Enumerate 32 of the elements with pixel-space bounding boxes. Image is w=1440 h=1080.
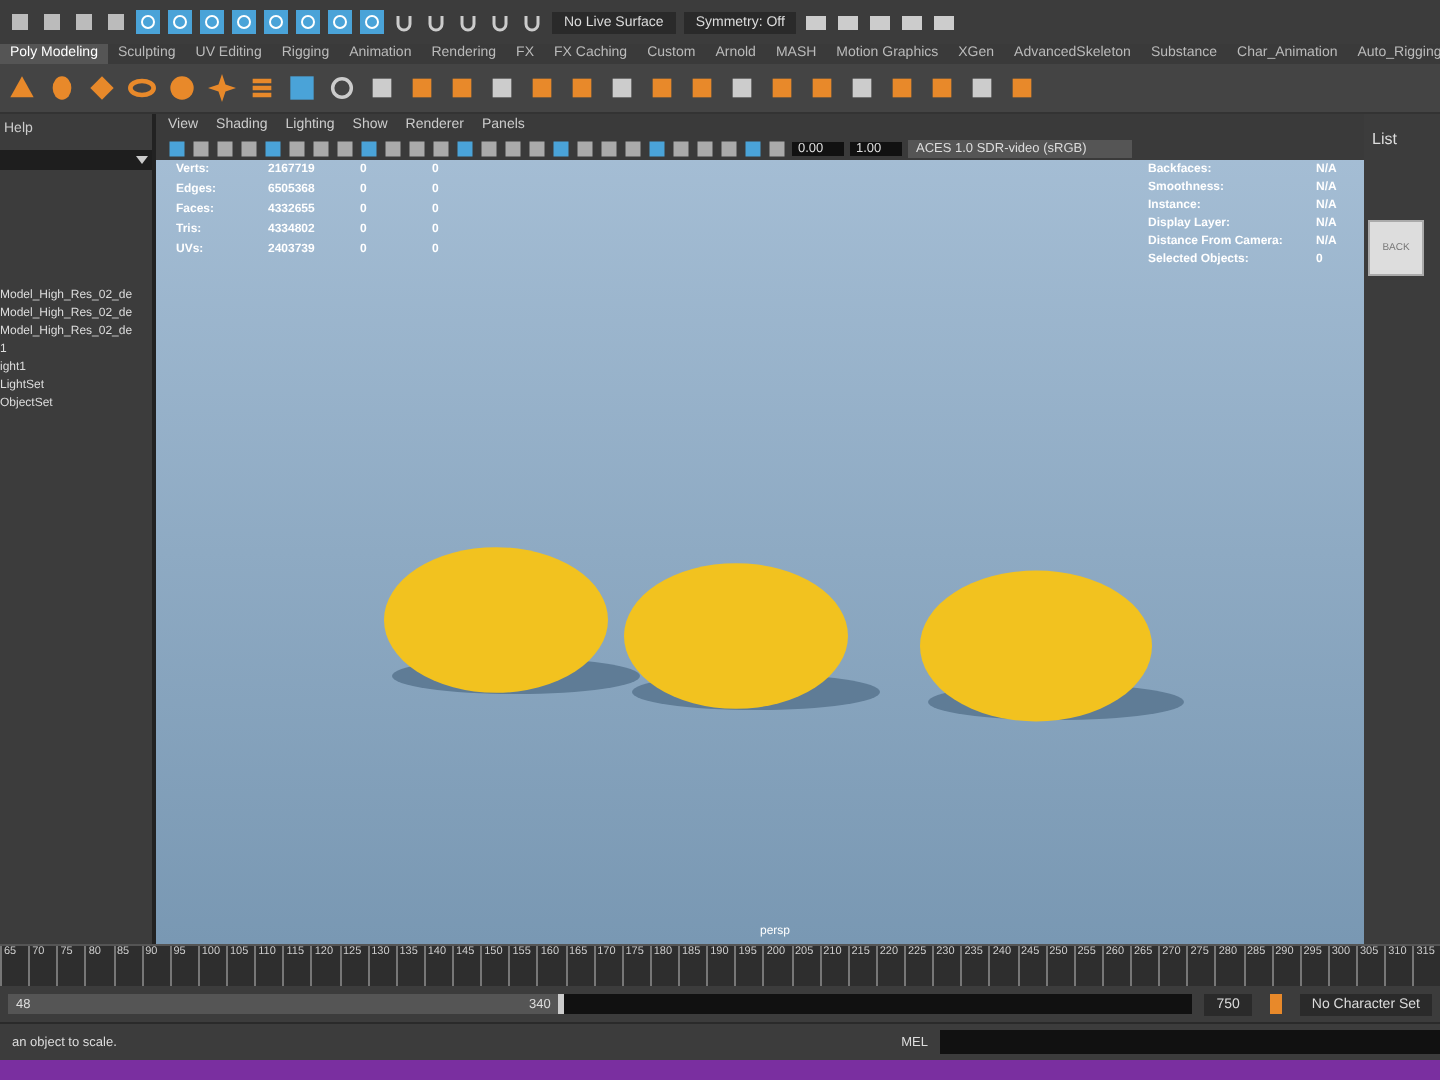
snap-icon[interactable] bbox=[264, 10, 288, 34]
snap-icon[interactable] bbox=[296, 10, 320, 34]
star-icon[interactable] bbox=[208, 74, 236, 102]
magnet-icon[interactable] bbox=[488, 10, 512, 34]
cylinder-icon[interactable] bbox=[48, 74, 76, 102]
sphere-icon[interactable] bbox=[168, 74, 196, 102]
snap-icon[interactable] bbox=[136, 10, 160, 34]
render-icon[interactable] bbox=[804, 10, 829, 34]
file-icon[interactable] bbox=[8, 10, 32, 34]
command-field[interactable] bbox=[940, 1030, 1440, 1054]
snap-icon[interactable] bbox=[328, 10, 352, 34]
snap-icon[interactable] bbox=[360, 10, 384, 34]
torus-icon[interactable] bbox=[128, 74, 156, 102]
caret-icon bbox=[136, 156, 148, 164]
panel-label: List bbox=[1372, 130, 1399, 148]
file-icon[interactable] bbox=[40, 10, 64, 34]
magnet-icon[interactable] bbox=[392, 10, 416, 34]
file-icon[interactable] bbox=[72, 10, 96, 34]
render-icon[interactable] bbox=[932, 10, 957, 34]
pivot-icon[interactable] bbox=[328, 74, 356, 102]
cube-icon[interactable] bbox=[88, 74, 116, 102]
snap-icon[interactable] bbox=[232, 10, 256, 34]
render-icon[interactable] bbox=[836, 10, 861, 34]
magnet-icon[interactable] bbox=[456, 10, 480, 34]
snap-icon[interactable] bbox=[200, 10, 224, 34]
snap-icon[interactable] bbox=[168, 10, 192, 34]
cone-icon[interactable] bbox=[8, 74, 36, 102]
magnet-icon[interactable] bbox=[424, 10, 448, 34]
magnet-icon[interactable] bbox=[520, 10, 544, 34]
file-icon[interactable] bbox=[104, 10, 128, 34]
render-icon[interactable] bbox=[868, 10, 893, 34]
render-icon[interactable] bbox=[900, 10, 925, 34]
